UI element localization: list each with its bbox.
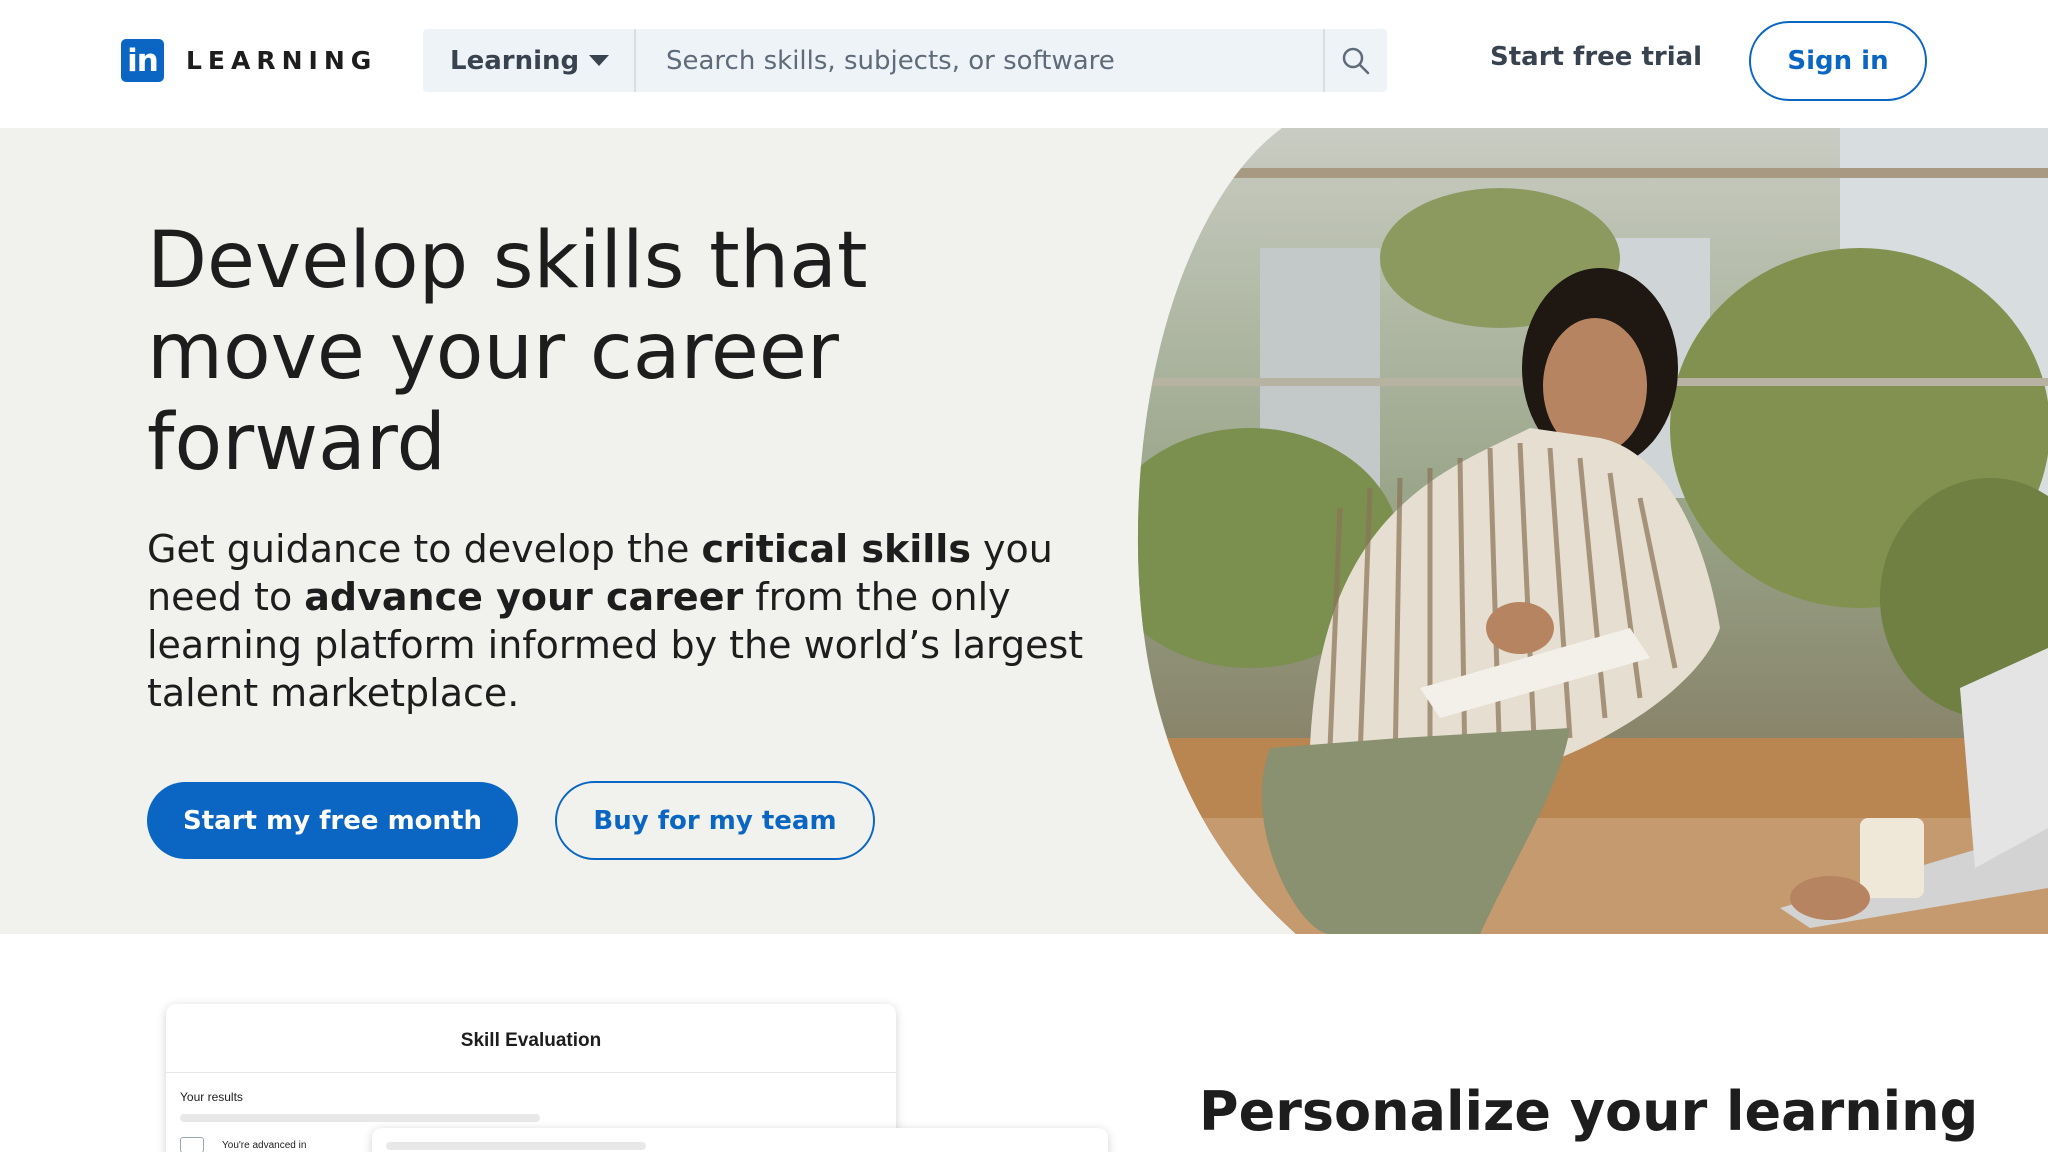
personalize-heading: Personalize your learning (1199, 1080, 1979, 1143)
search-icon (1342, 47, 1370, 74)
skill-badge-icon (180, 1137, 204, 1152)
logo-wordmark: LEARNING (186, 46, 378, 75)
hero-section: Develop skills that move your career for… (0, 128, 2048, 934)
caret-down-icon (589, 55, 610, 66)
hero-desc-bold-2: advance your career (304, 575, 744, 619)
search-button[interactable] (1323, 29, 1387, 92)
results-bar (180, 1114, 540, 1122)
top-nav: in LEARNING Learning Start free trial Si… (0, 0, 2048, 128)
advanced-in-label: You're advanced in (222, 1140, 307, 1151)
hero-desc-part-1: Get guidance to develop the (147, 527, 702, 571)
hero-heading: Develop skills that move your career for… (147, 216, 868, 488)
skill-detail-card (372, 1128, 1108, 1152)
search-category-label: Learning (450, 45, 580, 76)
detail-bar (386, 1142, 646, 1150)
buy-for-team-button[interactable]: Buy for my team (555, 781, 875, 860)
search-input[interactable] (636, 29, 1323, 92)
linkedin-learning-logo[interactable]: in LEARNING (121, 39, 377, 82)
hero-desc-bold-1: critical skills (701, 527, 971, 571)
skill-evaluation-title: Skill Evaluation (460, 1030, 602, 1051)
hero-description: Get guidance to develop the critical ski… (147, 525, 1087, 717)
sign-in-button[interactable]: Sign in (1749, 21, 1927, 101)
card-divider (166, 1072, 896, 1073)
start-free-month-button[interactable]: Start my free month (147, 782, 518, 859)
search-bar: Learning (423, 29, 1387, 92)
search-category-dropdown[interactable]: Learning (423, 29, 636, 92)
start-free-trial-link[interactable]: Start free trial (1490, 42, 1702, 72)
your-results-label: Your results (180, 1090, 243, 1104)
linkedin-logo-icon: in (121, 39, 164, 82)
